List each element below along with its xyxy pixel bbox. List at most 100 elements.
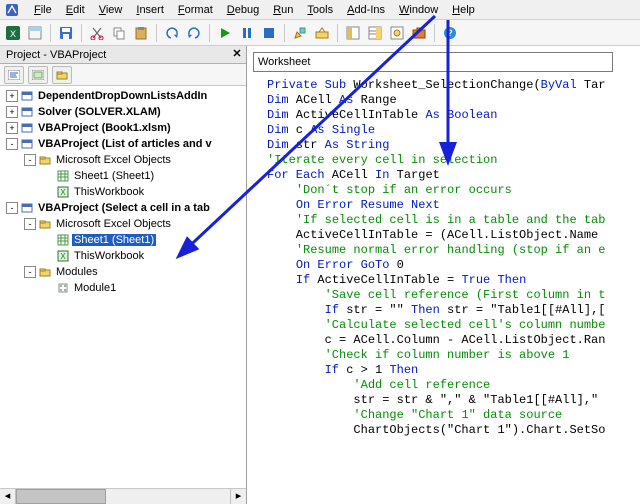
svg-text:X: X: [60, 252, 66, 261]
horizontal-scrollbar[interactable]: ◂ ▸: [0, 488, 246, 504]
run-icon[interactable]: [216, 24, 234, 42]
tree-node[interactable]: - Microsoft Excel Objects: [2, 216, 246, 232]
tree-node[interactable]: XThisWorkbook: [2, 184, 246, 200]
tree-node-label: Solver (SOLVER.XLAM): [36, 106, 163, 118]
copy-icon[interactable]: [110, 24, 128, 42]
tree-node-label: ThisWorkbook: [72, 250, 146, 262]
tree-node-label: VBAProject (Book1.xlsm): [36, 122, 173, 134]
toolbar-separator: [156, 24, 157, 42]
paste-icon[interactable]: [132, 24, 150, 42]
tree-node[interactable]: - Modules: [2, 264, 246, 280]
project-icon: [20, 137, 34, 151]
object-dropdown[interactable]: Worksheet: [253, 52, 613, 72]
toolbox-icon[interactable]: [410, 24, 428, 42]
tree-node-label: ThisWorkbook: [72, 186, 146, 198]
tree-node-label: Sheet1 (Sheet1): [72, 234, 156, 246]
cut-icon[interactable]: [88, 24, 106, 42]
workbook-icon: X: [56, 249, 70, 263]
toggle-folders-icon[interactable]: [52, 66, 72, 84]
code-editor[interactable]: Private Sub Worksheet_SelectionChange(By…: [247, 74, 640, 504]
project-tree[interactable]: +DependentDropDownListsAddIn+Solver (SOL…: [0, 86, 246, 488]
menu-add-ins[interactable]: Add-Ins: [341, 2, 391, 18]
undo-icon[interactable]: [163, 24, 181, 42]
object-dropdown-value: Worksheet: [258, 56, 310, 68]
menu-tools[interactable]: Tools: [301, 2, 339, 18]
tree-node[interactable]: - VBAProject (List of articles and v: [2, 136, 246, 152]
project-icon: [20, 89, 34, 103]
switch-view-icon[interactable]: [26, 24, 44, 42]
save-icon[interactable]: [57, 24, 75, 42]
toolbar-separator: [434, 24, 435, 42]
tree-node[interactable]: X ThisWorkbook: [2, 248, 246, 264]
excel-icon[interactable]: X: [4, 24, 22, 42]
project-icon: [20, 105, 34, 119]
tree-node[interactable]: Sheet1 (Sheet1): [2, 232, 246, 248]
svg-text:?: ?: [447, 28, 453, 38]
menu-file[interactable]: File: [28, 2, 58, 18]
tree-node-label: Module1: [72, 282, 118, 294]
folder-icon: [38, 153, 52, 167]
project-icon: [20, 201, 34, 215]
menu-view[interactable]: View: [93, 2, 129, 18]
tree-node[interactable]: - Microsoft Excel Objects: [2, 152, 246, 168]
toolbar-separator: [50, 24, 51, 42]
folder-icon: [38, 265, 52, 279]
project-icon: [20, 121, 34, 135]
tree-node[interactable]: Module1: [2, 280, 246, 296]
tree-node-label: Sheet1 (Sheet1): [72, 170, 156, 182]
tree-toggle-icon[interactable]: -: [6, 138, 18, 150]
module-icon: [56, 281, 70, 295]
tree-toggle-icon[interactable]: +: [6, 90, 18, 102]
design-mode-icon[interactable]: [291, 24, 309, 42]
sheet-icon: [56, 233, 70, 247]
properties-icon[interactable]: [366, 24, 384, 42]
tree-node-label: VBAProject (Select a cell in a tab: [36, 202, 212, 214]
redo-icon[interactable]: [185, 24, 203, 42]
menu-help[interactable]: Help: [446, 2, 481, 18]
sheet-icon: [56, 169, 70, 183]
scrollbar-thumb[interactable]: [16, 489, 106, 504]
tree-toggle-icon[interactable]: -: [24, 266, 36, 278]
tree-node-label: Microsoft Excel Objects: [54, 154, 173, 166]
tree-node-label: VBAProject (List of articles and v: [36, 138, 214, 150]
stop-icon[interactable]: [260, 24, 278, 42]
view-code-icon[interactable]: [4, 66, 24, 84]
menu-format[interactable]: Format: [172, 2, 219, 18]
project-explorer-toolbar: [0, 64, 246, 86]
menu-insert[interactable]: Insert: [130, 2, 170, 18]
tree-toggle-icon[interactable]: -: [24, 154, 36, 166]
project-explorer-title: Project - VBAProject: [6, 49, 106, 61]
tree-toggle-icon[interactable]: +: [6, 106, 18, 118]
code-panel: Worksheet Private Sub Worksheet_Selectio…: [247, 46, 640, 504]
tree-node[interactable]: Sheet1 (Sheet1): [2, 168, 246, 184]
pause-icon[interactable]: [238, 24, 256, 42]
view-object-icon[interactable]: [28, 66, 48, 84]
help-icon[interactable]: ?: [441, 24, 459, 42]
project-explorer-icon[interactable]: [344, 24, 362, 42]
toolbar-separator: [209, 24, 210, 42]
tree-node[interactable]: +DependentDropDownListsAddIn: [2, 88, 246, 104]
toolbar-separator: [337, 24, 338, 42]
close-icon[interactable]: ✕: [230, 48, 244, 62]
svg-text:X: X: [10, 29, 16, 39]
tree-node[interactable]: - VBAProject (Select a cell in a tab: [2, 200, 246, 216]
tool-icon[interactable]: [313, 24, 331, 42]
folder-icon: [38, 217, 52, 231]
project-explorer-titlebar: Project - VBAProject ✕: [0, 46, 246, 64]
tree-toggle-icon[interactable]: -: [24, 218, 36, 230]
workspace: Project - VBAProject ✕ +DependentDropDow…: [0, 46, 640, 504]
tree-node[interactable]: + VBAProject (Book1.xlsm): [2, 120, 246, 136]
toolbar-separator: [284, 24, 285, 42]
tree-node-label: Microsoft Excel Objects: [54, 218, 173, 230]
tree-toggle-icon[interactable]: -: [6, 202, 18, 214]
menu-debug[interactable]: Debug: [221, 2, 265, 18]
menu-run[interactable]: Run: [267, 2, 299, 18]
menu-window[interactable]: Window: [393, 2, 444, 18]
object-browser-icon[interactable]: [388, 24, 406, 42]
vba-app-icon: [4, 2, 20, 18]
tree-toggle-icon[interactable]: +: [6, 122, 18, 134]
tree-node-label: Modules: [54, 266, 100, 278]
tree-node[interactable]: + Solver (SOLVER.XLAM): [2, 104, 246, 120]
menu-bar: FileEditViewInsertFormatDebugRunToolsAdd…: [0, 0, 640, 20]
menu-edit[interactable]: Edit: [60, 2, 91, 18]
